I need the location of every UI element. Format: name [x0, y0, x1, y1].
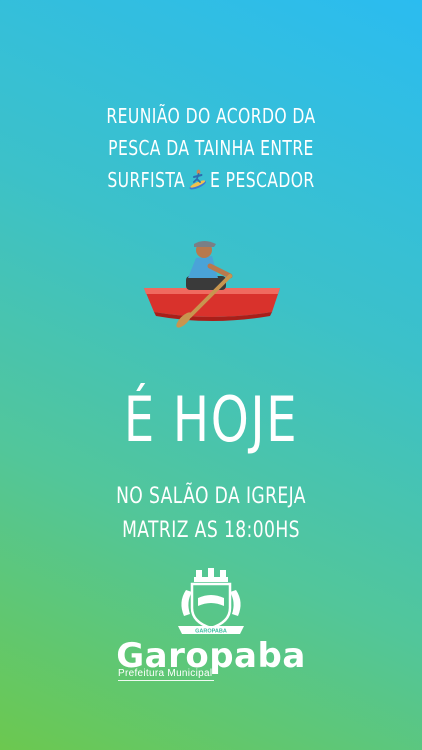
location-line-1: NO SALÃO DA IGREJA — [116, 484, 306, 509]
logo-subtitle: Prefeitura Municipal — [118, 668, 213, 679]
title-line-3-end: E PESCADOR — [210, 168, 315, 192]
logo-divider — [118, 680, 214, 681]
title-line-2: PESCA DA TAINHA ENTRE — [108, 136, 314, 160]
location-line-2: MATRIZ AS 18:00HS — [122, 518, 300, 543]
crest-banner-text: GAROPABA — [195, 629, 227, 635]
title-line-1: REUNIÃO DO ACORDO DA — [106, 104, 316, 128]
surfer-icon — [188, 167, 207, 199]
rowboat-icon — [138, 238, 286, 330]
coat-of-arms-icon: GAROPABA — [172, 568, 250, 640]
event-title: REUNIÃO DO ACORDO DA PESCA DA TAINHA ENT… — [0, 100, 422, 199]
title-line-3-start: SURFISTA — [107, 168, 186, 192]
headline: É HOJE — [123, 383, 299, 456]
location-text: NO SALÃO DA IGREJA MATRIZ AS 18:00HS — [0, 480, 422, 548]
title-line-3: SURFISTA E PESCADOR — [46, 164, 375, 199]
story-canvas: REUNIÃO DO ACORDO DA PESCA DA TAINHA ENT… — [0, 0, 422, 750]
